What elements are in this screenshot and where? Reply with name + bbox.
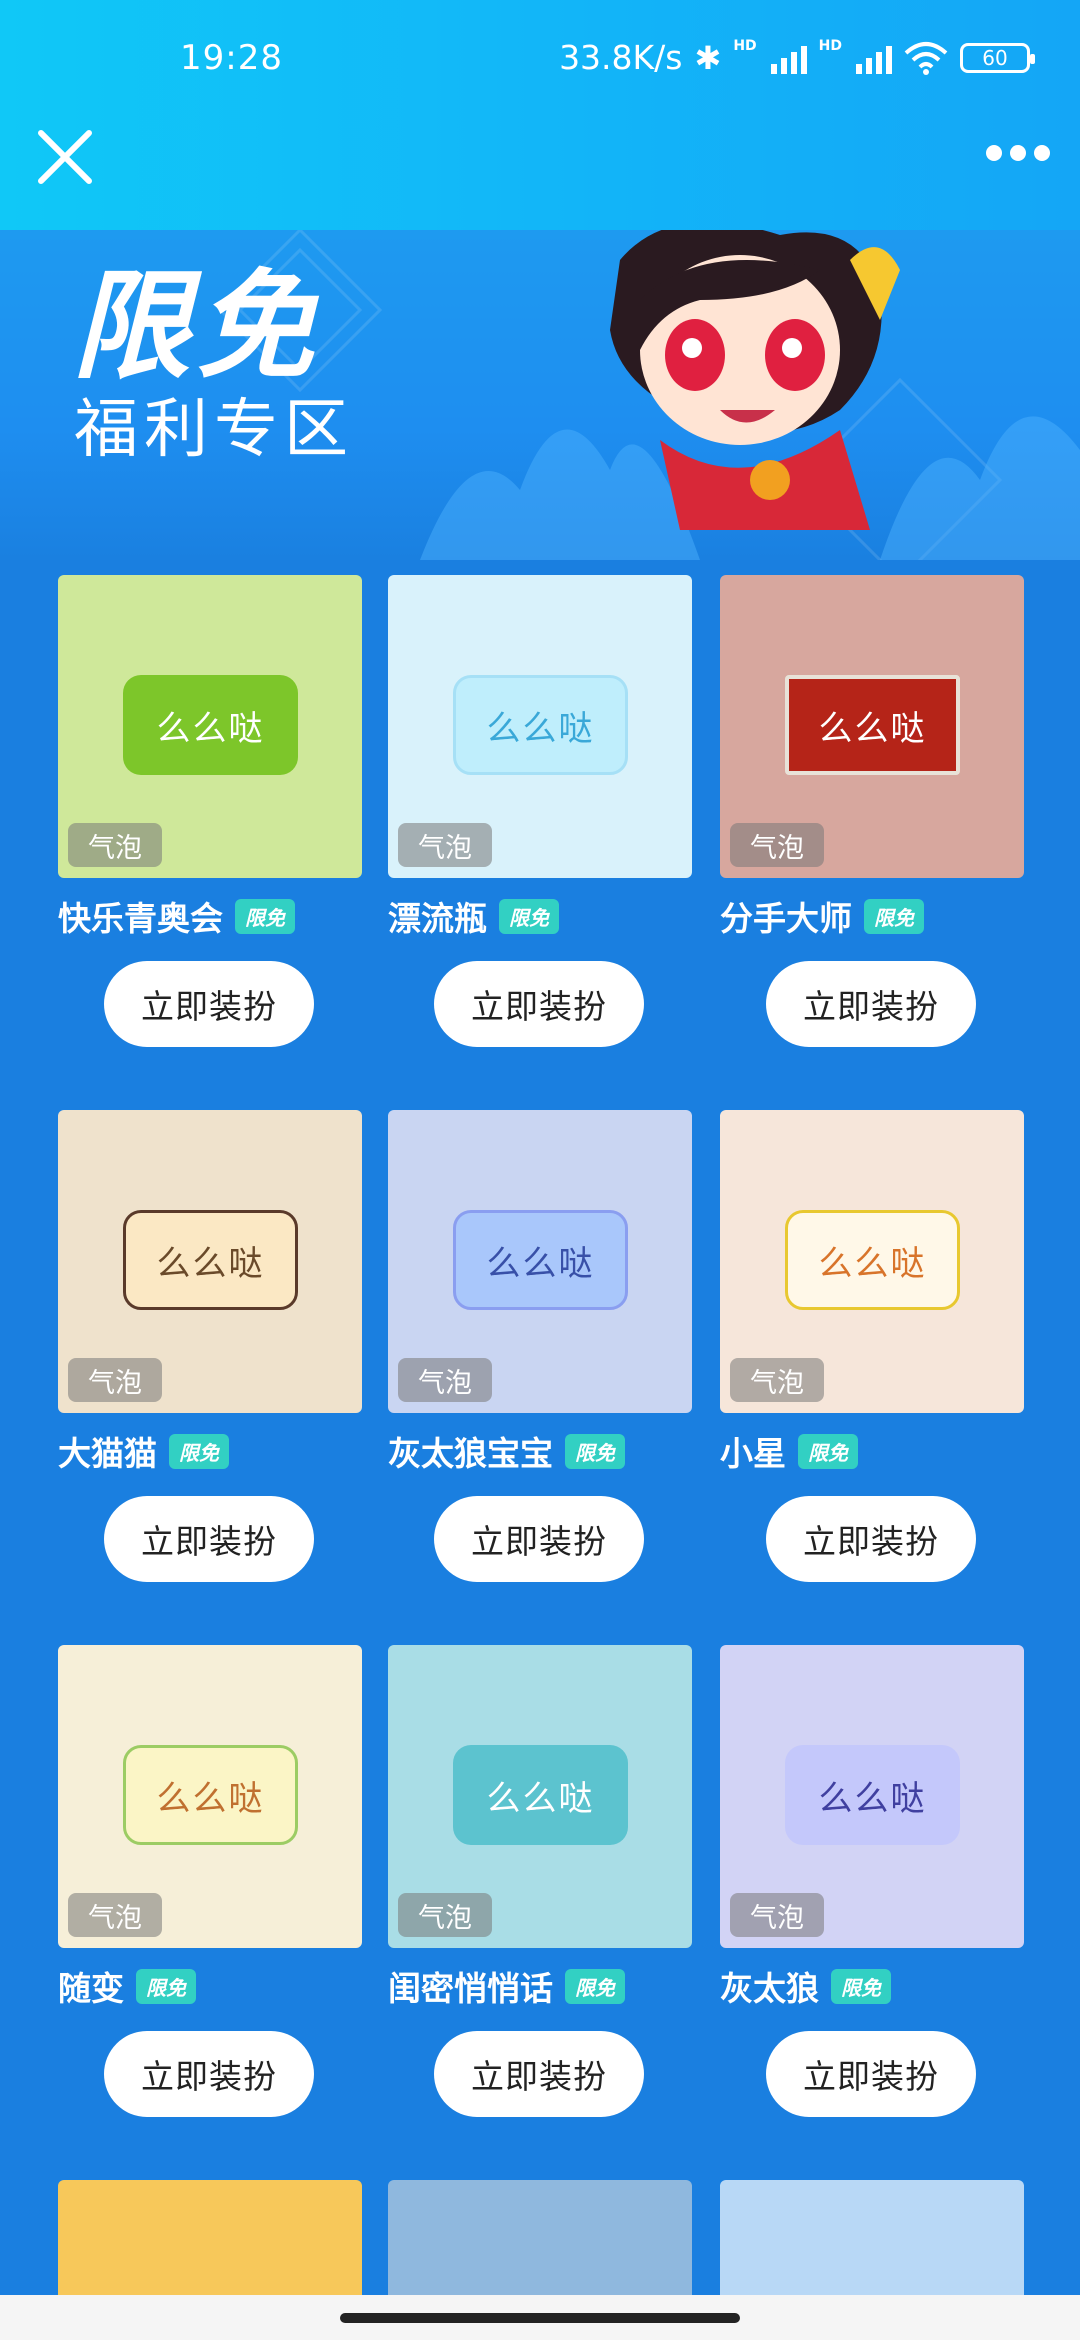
bubble-preview: 么么哒 — [123, 1745, 298, 1845]
bubble-preview: 么么哒 — [453, 675, 628, 775]
item-name: 快乐青奥会 — [58, 899, 223, 938]
free-badge: 限免 — [136, 1968, 196, 2004]
item-name: 灰太狼宝宝 — [388, 1434, 553, 1473]
item-name: 闺密悄悄话 — [388, 1969, 553, 2008]
bubble-preview: 么么哒 — [123, 1210, 298, 1310]
item-name-row: 随变 限免 — [58, 1963, 196, 2009]
bubble-preview: 么么哒 — [785, 675, 960, 775]
free-badge: 限免 — [864, 898, 924, 934]
hd-label-2: HD — [818, 38, 842, 54]
more-dot — [986, 145, 1002, 161]
item-thumbnail[interactable]: 么么哒 气泡 — [58, 575, 362, 878]
item-name-row: 大猫猫 限免 — [58, 1428, 229, 1474]
more-icon[interactable] — [986, 145, 1050, 161]
item-thumbnail[interactable]: 么么哒 气泡 — [388, 1110, 692, 1413]
free-badge: 限免 — [831, 1968, 891, 2004]
signal-icon-2 — [856, 42, 892, 74]
apply-button[interactable]: 立即装扮 — [104, 2031, 314, 2117]
item-name: 漂流瓶 — [388, 899, 487, 938]
close-icon[interactable] — [35, 127, 95, 187]
free-badge: 限免 — [798, 1433, 858, 1469]
apply-button[interactable]: 立即装扮 — [104, 1496, 314, 1582]
item-thumbnail[interactable]: 么么哒 气泡 — [388, 575, 692, 878]
network-speed: 33.8K/s — [559, 38, 683, 77]
item-name-row: 闺密悄悄话 限免 — [388, 1963, 625, 2009]
battery-icon: 60 — [960, 42, 1035, 73]
home-indicator[interactable] — [340, 2313, 740, 2323]
status-bar: 19:28 33.8K/s ✱ HD HD 60 — [0, 0, 1080, 125]
apply-button[interactable]: 立即装扮 — [434, 1496, 644, 1582]
item-type-tag: 气泡 — [398, 1893, 492, 1937]
item-name-row: 灰太狼 限免 — [720, 1963, 891, 2009]
system-nav-bar — [0, 2295, 1080, 2340]
banner-subtitle: 福利专区 — [74, 393, 354, 467]
item-thumbnail-partial[interactable] — [388, 2180, 692, 2300]
item-type-tag: 气泡 — [68, 1358, 162, 1402]
item-type-tag: 气泡 — [398, 823, 492, 867]
hd-label: HD — [733, 38, 757, 54]
bubble-preview: 么么哒 — [785, 1745, 960, 1845]
item-thumbnail[interactable]: 么么哒 气泡 — [388, 1645, 692, 1948]
free-badge: 限免 — [565, 1968, 625, 2004]
item-thumbnail-partial[interactable] — [58, 2180, 362, 2300]
item-type-tag: 气泡 — [730, 1893, 824, 1937]
item-thumbnail[interactable]: 么么哒 气泡 — [720, 575, 1024, 878]
wifi-icon — [904, 41, 948, 75]
item-name-row: 小星 限免 — [720, 1428, 858, 1474]
item-name-row: 快乐青奥会 限免 — [58, 893, 295, 939]
item-thumbnail[interactable]: 么么哒 气泡 — [720, 1645, 1024, 1948]
item-thumbnail[interactable]: 么么哒 气泡 — [58, 1110, 362, 1413]
item-thumbnail-partial[interactable] — [720, 2180, 1024, 2300]
status-icons: 33.8K/s ✱ HD HD 60 — [559, 38, 1035, 77]
more-dot — [1010, 145, 1026, 161]
bubble-preview: 么么哒 — [123, 675, 298, 775]
apply-button[interactable]: 立即装扮 — [766, 2031, 976, 2117]
free-badge: 限免 — [499, 898, 559, 934]
item-type-tag: 气泡 — [398, 1358, 492, 1402]
banner-title: 限免 — [72, 257, 321, 395]
item-type-tag: 气泡 — [68, 823, 162, 867]
item-name: 灰太狼 — [720, 1969, 819, 2008]
item-thumbnail[interactable]: 么么哒 气泡 — [720, 1110, 1024, 1413]
battery-level: 60 — [982, 45, 1008, 70]
item-name: 小星 — [720, 1434, 786, 1473]
item-name-row: 漂流瓶 限免 — [388, 893, 559, 939]
apply-button[interactable]: 立即装扮 — [766, 1496, 976, 1582]
bubble-preview: 么么哒 — [453, 1745, 628, 1845]
apply-button[interactable]: 立即装扮 — [434, 2031, 644, 2117]
free-badge: 限免 — [235, 898, 295, 934]
more-dot — [1034, 145, 1050, 161]
free-badge: 限免 — [169, 1433, 229, 1469]
item-name: 大猫猫 — [58, 1434, 157, 1473]
item-name: 分手大师 — [720, 899, 852, 938]
status-time: 19:28 — [180, 38, 283, 78]
bubble-preview: 么么哒 — [785, 1210, 960, 1310]
item-name: 随变 — [58, 1969, 124, 2008]
item-type-tag: 气泡 — [730, 1358, 824, 1402]
apply-button[interactable]: 立即装扮 — [434, 961, 644, 1047]
item-type-tag: 气泡 — [68, 1893, 162, 1937]
item-type-tag: 气泡 — [730, 823, 824, 867]
item-thumbnail[interactable]: 么么哒 气泡 — [58, 1645, 362, 1948]
item-name-row: 分手大师 限免 — [720, 893, 924, 939]
apply-button[interactable]: 立即装扮 — [766, 961, 976, 1047]
free-badge: 限免 — [565, 1433, 625, 1469]
promo-banner: 限免 福利专区 — [0, 230, 1080, 560]
bluetooth-icon: ✱ — [694, 38, 722, 77]
apply-button[interactable]: 立即装扮 — [104, 961, 314, 1047]
bubble-preview: 么么哒 — [453, 1210, 628, 1310]
top-bar — [0, 125, 1080, 230]
item-name-row: 灰太狼宝宝 限免 — [388, 1428, 625, 1474]
mascot-illustration — [610, 230, 900, 530]
signal-icon — [770, 42, 807, 74]
